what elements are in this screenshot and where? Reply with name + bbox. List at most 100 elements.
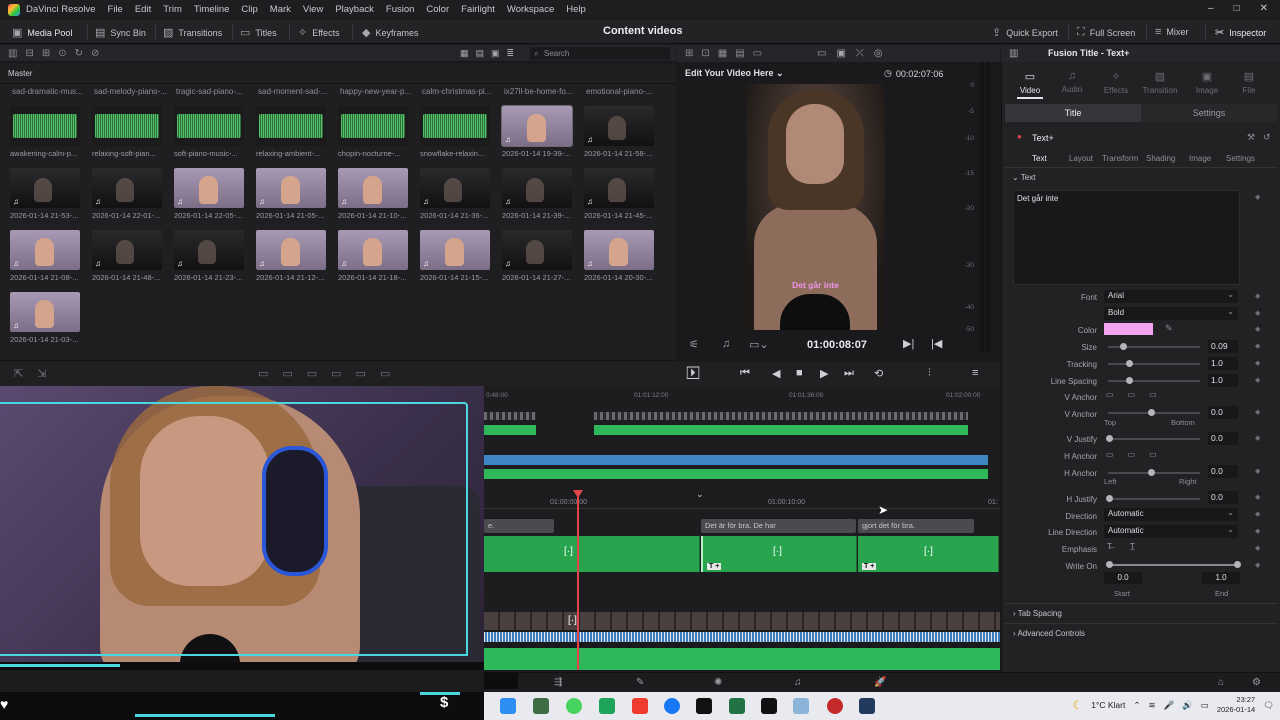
youtube-icon[interactable] bbox=[632, 698, 648, 714]
fusion-title-clip[interactable]: [·] T + bbox=[701, 536, 857, 572]
excel-icon[interactable] bbox=[729, 698, 745, 714]
menu-trim[interactable]: Trim bbox=[163, 4, 182, 15]
write-on-start[interactable]: 0.0 bbox=[1104, 572, 1142, 584]
minimize-icon[interactable]: – bbox=[1208, 3, 1214, 14]
keyframe-icon[interactable]: ◆ bbox=[1255, 325, 1260, 333]
keyframe-icon[interactable]: ◆ bbox=[1255, 493, 1260, 501]
weather-text[interactable]: 1°C Klart bbox=[1091, 700, 1125, 710]
clip-tool-icons[interactable]: ⇱⇲ bbox=[14, 367, 60, 380]
loop-icon[interactable]: ⟲ bbox=[874, 367, 883, 380]
h-justify-value[interactable]: 0.0 bbox=[1208, 491, 1238, 504]
loop-region-icon[interactable]: ⏵⃞ bbox=[690, 367, 696, 380]
eyedropper-icon[interactable]: ✎ bbox=[1165, 323, 1173, 334]
next-frame-icon[interactable]: ▶| bbox=[903, 337, 914, 350]
video-thumbnail[interactable]: ♫ bbox=[92, 168, 162, 208]
microphone-icon[interactable]: 🎤 bbox=[1164, 700, 1175, 711]
h-anchor-align-icons[interactable]: ▭▭▭ bbox=[1106, 450, 1171, 459]
playhead[interactable] bbox=[573, 490, 583, 670]
keyframe-icon[interactable]: ◆ bbox=[1255, 342, 1260, 350]
menu-file[interactable]: File bbox=[108, 4, 123, 15]
tab-title[interactable]: Title bbox=[1005, 104, 1141, 122]
slider-knob[interactable] bbox=[1126, 360, 1133, 367]
tab-settings[interactable]: Settings bbox=[1141, 104, 1277, 122]
audio-scrub-icon[interactable]: ♫ bbox=[722, 338, 730, 350]
chevron-up-icon[interactable]: ⌃ bbox=[1133, 700, 1140, 711]
menu-view[interactable]: View bbox=[303, 4, 323, 15]
h-anchor-slider[interactable] bbox=[1108, 469, 1200, 476]
app-icon[interactable] bbox=[533, 698, 549, 714]
overlay-icon[interactable]: ▭⌄ bbox=[749, 338, 769, 351]
video-thumbnail[interactable]: ♫ bbox=[338, 230, 408, 270]
media-clip[interactable]: snowflake-relaxin... bbox=[420, 106, 502, 158]
subtitle-clip[interactable]: gjort det för bra. bbox=[858, 519, 974, 533]
keyframe-icon[interactable]: ◆ bbox=[1255, 544, 1260, 552]
section-advanced-controls[interactable]: › Advanced Controls bbox=[1013, 629, 1085, 638]
media-clip[interactable]: ♫ 2026-01-14 21-27-... bbox=[502, 230, 584, 282]
stop-icon[interactable]: ■ bbox=[796, 367, 803, 379]
file-explorer-icon[interactable] bbox=[793, 698, 809, 714]
panel-layout-icon[interactable]: ▥ bbox=[1009, 48, 1018, 59]
media-clip[interactable]: chopin-nocturne-... bbox=[338, 106, 420, 158]
wifi-icon[interactable]: ≋ bbox=[1148, 700, 1155, 711]
v-anchor-value[interactable]: 0.0 bbox=[1208, 406, 1238, 419]
video-frame[interactable] bbox=[746, 84, 885, 330]
fusion-title-clip[interactable]: [·] T + bbox=[858, 536, 999, 572]
media-clip[interactable]: ♫ 2026-01-14 21-08-... bbox=[10, 230, 92, 282]
media-clip[interactable]: ♫ 2026-01-14 21-03-... bbox=[10, 292, 92, 344]
insert-tool-icons[interactable]: ▭▭▭▭▭▭ bbox=[258, 367, 404, 380]
mini-title-track[interactable] bbox=[484, 425, 536, 435]
audio-waveform-thumbnail[interactable] bbox=[338, 106, 408, 146]
tab-audio[interactable]: ♫ Audio bbox=[1052, 70, 1092, 94]
video-thumbnail[interactable]: ♫ bbox=[174, 230, 244, 270]
video-thumbnail[interactable]: ♫ bbox=[10, 230, 80, 270]
menu-fairlight[interactable]: Fairlight bbox=[461, 4, 495, 15]
video-thumbnail[interactable]: ♫ bbox=[10, 168, 80, 208]
audio-waveform-thumbnail[interactable] bbox=[10, 106, 80, 146]
subtab-transform[interactable]: Transform bbox=[1102, 154, 1138, 163]
media-clip[interactable]: awakening-calm-p... bbox=[10, 106, 92, 158]
keyframe-icon[interactable]: ◆ bbox=[1255, 292, 1260, 300]
tracking-slider[interactable] bbox=[1108, 360, 1200, 367]
edit-page-icon[interactable]: ⇶ bbox=[554, 677, 562, 688]
timeline-name[interactable]: Edit Your Video Here ⌄ bbox=[685, 68, 784, 79]
media-clip[interactable]: ♫ 2026-01-14 19-39-... bbox=[501, 105, 584, 158]
clock[interactable]: 23:27 2026-01-14 bbox=[1217, 695, 1255, 715]
facebook-icon[interactable] bbox=[664, 698, 680, 714]
keyframe-icon[interactable]: ◆ bbox=[1255, 467, 1260, 475]
slider-knob[interactable] bbox=[1106, 435, 1113, 442]
video-thumbnail[interactable]: ♫ bbox=[502, 168, 572, 208]
keyframe-icon[interactable]: ◆ bbox=[1255, 510, 1260, 518]
view-mode-icons[interactable]: ▦▤▣≣ bbox=[460, 48, 521, 59]
spotify-icon[interactable] bbox=[566, 698, 582, 714]
menu-help[interactable]: Help bbox=[566, 4, 586, 15]
tab-video[interactable]: ▭ Video bbox=[1010, 70, 1050, 99]
mini-video-track[interactable] bbox=[594, 412, 968, 420]
line-spacing-slider[interactable] bbox=[1108, 377, 1200, 384]
bin-name[interactable]: Master bbox=[8, 69, 32, 78]
prev-frame-icon[interactable]: |◀ bbox=[931, 337, 942, 350]
sync-bin-button[interactable]: ▤ Sync Bin bbox=[95, 26, 146, 39]
tab-effects[interactable]: ✧ Effects bbox=[1096, 70, 1136, 95]
effects-button[interactable]: ✧ Effects bbox=[298, 26, 340, 39]
slider-knob[interactable] bbox=[1120, 343, 1127, 350]
font-select[interactable]: Arial ⌄ bbox=[1104, 290, 1238, 303]
deliver-page-icon[interactable]: 🚀 bbox=[874, 677, 886, 688]
menu-edit[interactable]: Edit bbox=[135, 4, 151, 15]
video-thumbnail[interactable]: ♫ bbox=[338, 168, 408, 208]
play-reverse-icon[interactable]: ◀ bbox=[772, 367, 780, 380]
v-anchor-align-icons[interactable]: ▭▭▭ bbox=[1106, 390, 1171, 399]
subtab-settings[interactable]: Settings bbox=[1226, 154, 1255, 163]
slider-knob[interactable] bbox=[1148, 409, 1155, 416]
section-text[interactable]: ⌄ Text bbox=[1012, 173, 1035, 182]
upper-timeline-ruler[interactable]: 0:48:00 01:01:12:00 01:01:36:00 01:02:00… bbox=[484, 390, 1000, 402]
edge-browser-icon[interactable] bbox=[500, 698, 516, 714]
settings-gear-icon[interactable]: ⚙ bbox=[1252, 677, 1261, 688]
video-thumbnail[interactable]: ♫ bbox=[420, 230, 490, 270]
media-clip[interactable]: ♫ 2026-01-14 22-01-... bbox=[92, 168, 174, 220]
page-tab-media[interactable] bbox=[484, 673, 518, 689]
audio-waveform-thumbnail[interactable] bbox=[174, 106, 244, 146]
keyframe-icon[interactable]: ◆ bbox=[1255, 376, 1260, 384]
video-thumbnail[interactable]: ♫ bbox=[10, 292, 80, 332]
media-clip[interactable]: ♫ 2026-01-14 21-53-... bbox=[10, 168, 92, 220]
subtab-layout[interactable]: Layout bbox=[1069, 154, 1093, 163]
